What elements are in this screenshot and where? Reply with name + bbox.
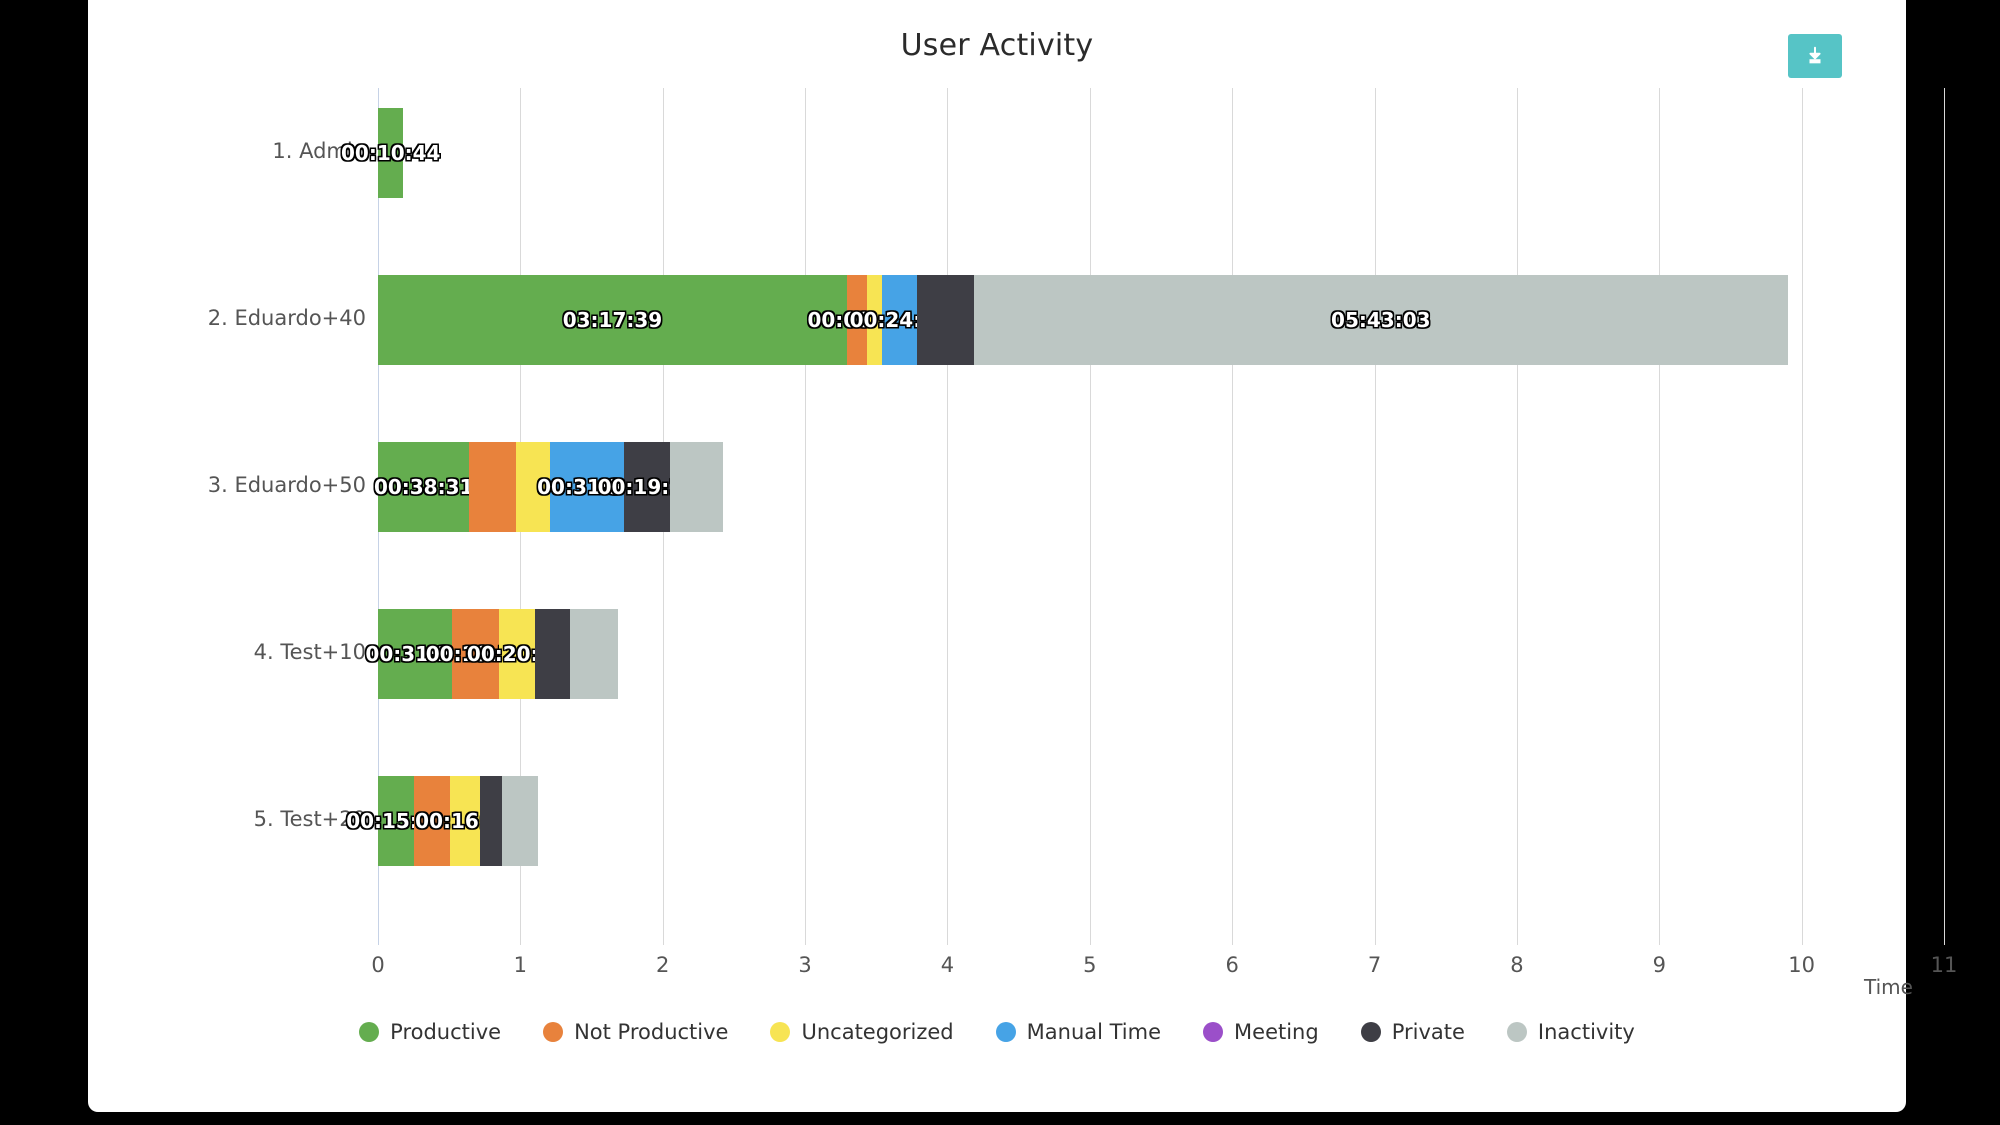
bar-segment[interactable] (480, 776, 502, 866)
legend-item-manual_time[interactable]: Manual Time (995, 1020, 1162, 1044)
legend-swatch-manual_time (995, 1022, 1016, 1042)
bar-row: 03:17:39 00:08:38 00:24:04 05:43:03 (378, 275, 1788, 365)
y-axis-label: 1. Admin (272, 139, 366, 163)
gridline-4 (947, 88, 949, 945)
legend-swatch-productive (359, 1022, 380, 1042)
legend-swatch-meeting (1203, 1022, 1224, 1042)
bar-row: 00:38:31 00:31:30 00:19:27 (374, 442, 723, 532)
gridline-7 (1374, 88, 1376, 945)
y-axis-labels: 1. Admin 2. Eduardo+40 3. Eduardo+50 4. Tes… (88, 88, 366, 945)
bar-segment[interactable] (670, 442, 723, 532)
gridline-8 (1516, 88, 1518, 945)
x-axis-ticks: 0 1 2 3 4 5 6 7 8 9 10 11 (371, 945, 1957, 985)
bar-segment[interactable] (515, 442, 550, 532)
x-axis-tick-label: 1 (513, 953, 528, 977)
gridline-3 (805, 88, 807, 945)
bar-segment[interactable]: 00:31:20 (365, 609, 465, 699)
bar-segment[interactable]: 00:19:27 (598, 442, 697, 532)
bar-segment-label: 03:17:39 (562, 308, 663, 332)
legend-item-private[interactable]: Private (1360, 1020, 1465, 1044)
legend-swatch-private (1360, 1022, 1381, 1042)
download-icon (1809, 46, 1821, 64)
gridline-6 (1232, 88, 1234, 945)
y-axis-label: 2. Eduardo+40 (207, 306, 366, 330)
chart-card: User Activity 1. Admin 2. Eduardo+40 3. Ed… (88, 0, 1957, 1112)
chart-legend: Productive Not Productive Uncategorized Man… (88, 1020, 1906, 1044)
bar-segment[interactable] (501, 776, 539, 866)
y-axis-label: 3. Eduardo+50 (207, 473, 366, 497)
legend-item-inactivity[interactable]: Inactivity (1506, 1020, 1635, 1044)
bar-segment-label: 00:38:31 (373, 475, 474, 499)
bar-segment[interactable]: 05:43:03 (973, 275, 1788, 365)
x-axis-tick-label: 0 (371, 953, 385, 977)
legend-item-uncategorized[interactable]: Uncategorized (770, 1020, 954, 1044)
x-axis-tick-label: 8 (1510, 953, 1524, 977)
bar-segment[interactable] (534, 609, 570, 699)
bar-segment[interactable]: 00:10:44 (341, 108, 440, 198)
bar-segment[interactable]: 00:19:35 (426, 609, 525, 699)
bar-segment[interactable] (867, 275, 882, 365)
legend-label: Manual Time (1026, 1020, 1162, 1044)
x-axis-tick-label: 7 (1367, 953, 1382, 977)
gridline-9 (1659, 88, 1661, 945)
legend-item-meeting[interactable]: Meeting (1203, 1020, 1319, 1044)
x-axis-tick-label: 6 (1225, 953, 1239, 977)
bar-row: 00:31:20 00:19:35 00:20:00 (365, 609, 619, 699)
x-axis-tick-label: 5 (1083, 953, 1097, 977)
legend-label: Meeting (1234, 1020, 1319, 1044)
bar-segment[interactable]: 00:31:30 (537, 442, 637, 532)
x-axis-tick-label: 9 (1652, 953, 1666, 977)
legend-label: Productive (390, 1020, 502, 1044)
legend-swatch-not_productive (543, 1022, 564, 1042)
gridline-10 (1801, 88, 1803, 945)
bar-segment[interactable]: 00:15:07 (346, 776, 446, 866)
legend-item-not_productive[interactable]: Not Productive (543, 1020, 728, 1044)
page-title: User Activity (900, 28, 1094, 63)
bar-segment-label: 05:43:03 (1331, 308, 1431, 332)
bar-segment[interactable]: 00:20:00 (467, 609, 566, 699)
bar-segment[interactable]: 00:38:31 (374, 442, 473, 532)
x-axis-tick-label: 10 (1788, 953, 1815, 977)
bar-segment-label: 00:31:30 (537, 475, 637, 499)
x-axis-tick-label: 11 (1930, 953, 1958, 977)
x-axis-title: Time (1864, 975, 1913, 999)
bar-segment[interactable]: 00:08:38 (807, 275, 907, 365)
legend-swatch-inactivity (1506, 1022, 1527, 1042)
legend-label: Not Productive (574, 1020, 729, 1044)
x-axis-tick-label: 4 (940, 953, 955, 977)
bar-segment[interactable]: 03:17:39 (378, 275, 847, 365)
page-root: User Activity 1. Admin 2. Eduardo+40 3. Ed… (0, 0, 2000, 1125)
plot-area: 00:10:44 03:17:39 00:08:38 00:24:04 05:43:03… (341, 88, 1945, 945)
legend-swatch-uncategorized (770, 1022, 791, 1042)
legend-label: Inactivity (1537, 1020, 1635, 1044)
legend-label: Uncategorized (801, 1020, 954, 1044)
bar-segment[interactable] (413, 776, 450, 866)
bar-row: 00:15:07 00:16:18 (346, 776, 539, 866)
gridline-5 (1089, 88, 1091, 945)
bar-segment[interactable] (569, 609, 619, 699)
legend-item-productive[interactable]: Productive (359, 1020, 501, 1044)
bar-segment[interactable]: 00:16:18 (415, 776, 515, 866)
gridline-11 (1944, 88, 1945, 945)
bar-segment-label: 00:31:20 (365, 642, 465, 666)
legend-label: Private (1391, 1020, 1465, 1044)
x-axis-tick-label: 3 (798, 953, 812, 977)
download-button[interactable] (1788, 34, 1842, 78)
y-axis-label: 4. Test+10 (253, 640, 366, 664)
bar-segment[interactable] (916, 275, 974, 365)
bar-row: 00:10:44 (341, 108, 440, 198)
bar-segment[interactable] (469, 442, 516, 532)
y-axis-label: 5. Test+20 (253, 807, 366, 831)
bar-segment[interactable]: 00:24:04 (850, 275, 949, 365)
x-axis-tick-label: 2 (656, 953, 670, 977)
